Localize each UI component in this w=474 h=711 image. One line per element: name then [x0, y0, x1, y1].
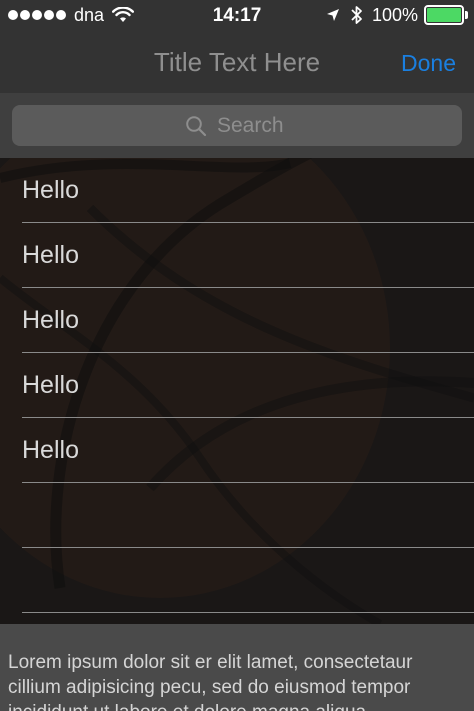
status-bar: dna 14:17 100%	[0, 0, 474, 30]
list-item-label: Hello	[22, 436, 79, 464]
search-field[interactable]	[12, 105, 462, 146]
done-button[interactable]: Done	[401, 50, 456, 77]
list-item[interactable]: Hello	[0, 353, 474, 418]
footer-panel: Lorem ipsum dolor sit er elit lamet, con…	[0, 624, 474, 711]
search-input[interactable]	[217, 113, 289, 138]
battery-percentage: 100%	[371, 4, 418, 25]
status-right: 100%	[326, 4, 468, 26]
battery-fill	[427, 8, 461, 22]
search-icon	[186, 115, 207, 136]
list-item[interactable]: Hello	[0, 158, 474, 223]
list-item-label: Hello	[22, 306, 79, 334]
battery-icon	[424, 5, 468, 25]
battery-nub	[465, 11, 468, 19]
search-bar	[0, 93, 474, 158]
list-item-label: Hello	[22, 371, 79, 399]
list-area: Hello Hello Hello Hello Hello	[0, 158, 474, 624]
list-item[interactable]: Hello	[0, 418, 474, 483]
list-item-empty[interactable]	[0, 548, 474, 613]
list-item[interactable]: Hello	[0, 288, 474, 353]
table-list: Hello Hello Hello Hello Hello	[0, 158, 474, 613]
list-item-label: Hello	[22, 176, 79, 204]
list-item-empty[interactable]	[0, 483, 474, 548]
navigation-bar: Title Text Here Done	[0, 30, 474, 93]
location-arrow-icon	[326, 9, 339, 21]
footer-text: Lorem ipsum dolor sit er elit lamet, con…	[8, 652, 413, 711]
bluetooth-icon	[351, 6, 362, 24]
list-item[interactable]: Hello	[0, 223, 474, 288]
list-item-label: Hello	[22, 241, 79, 269]
